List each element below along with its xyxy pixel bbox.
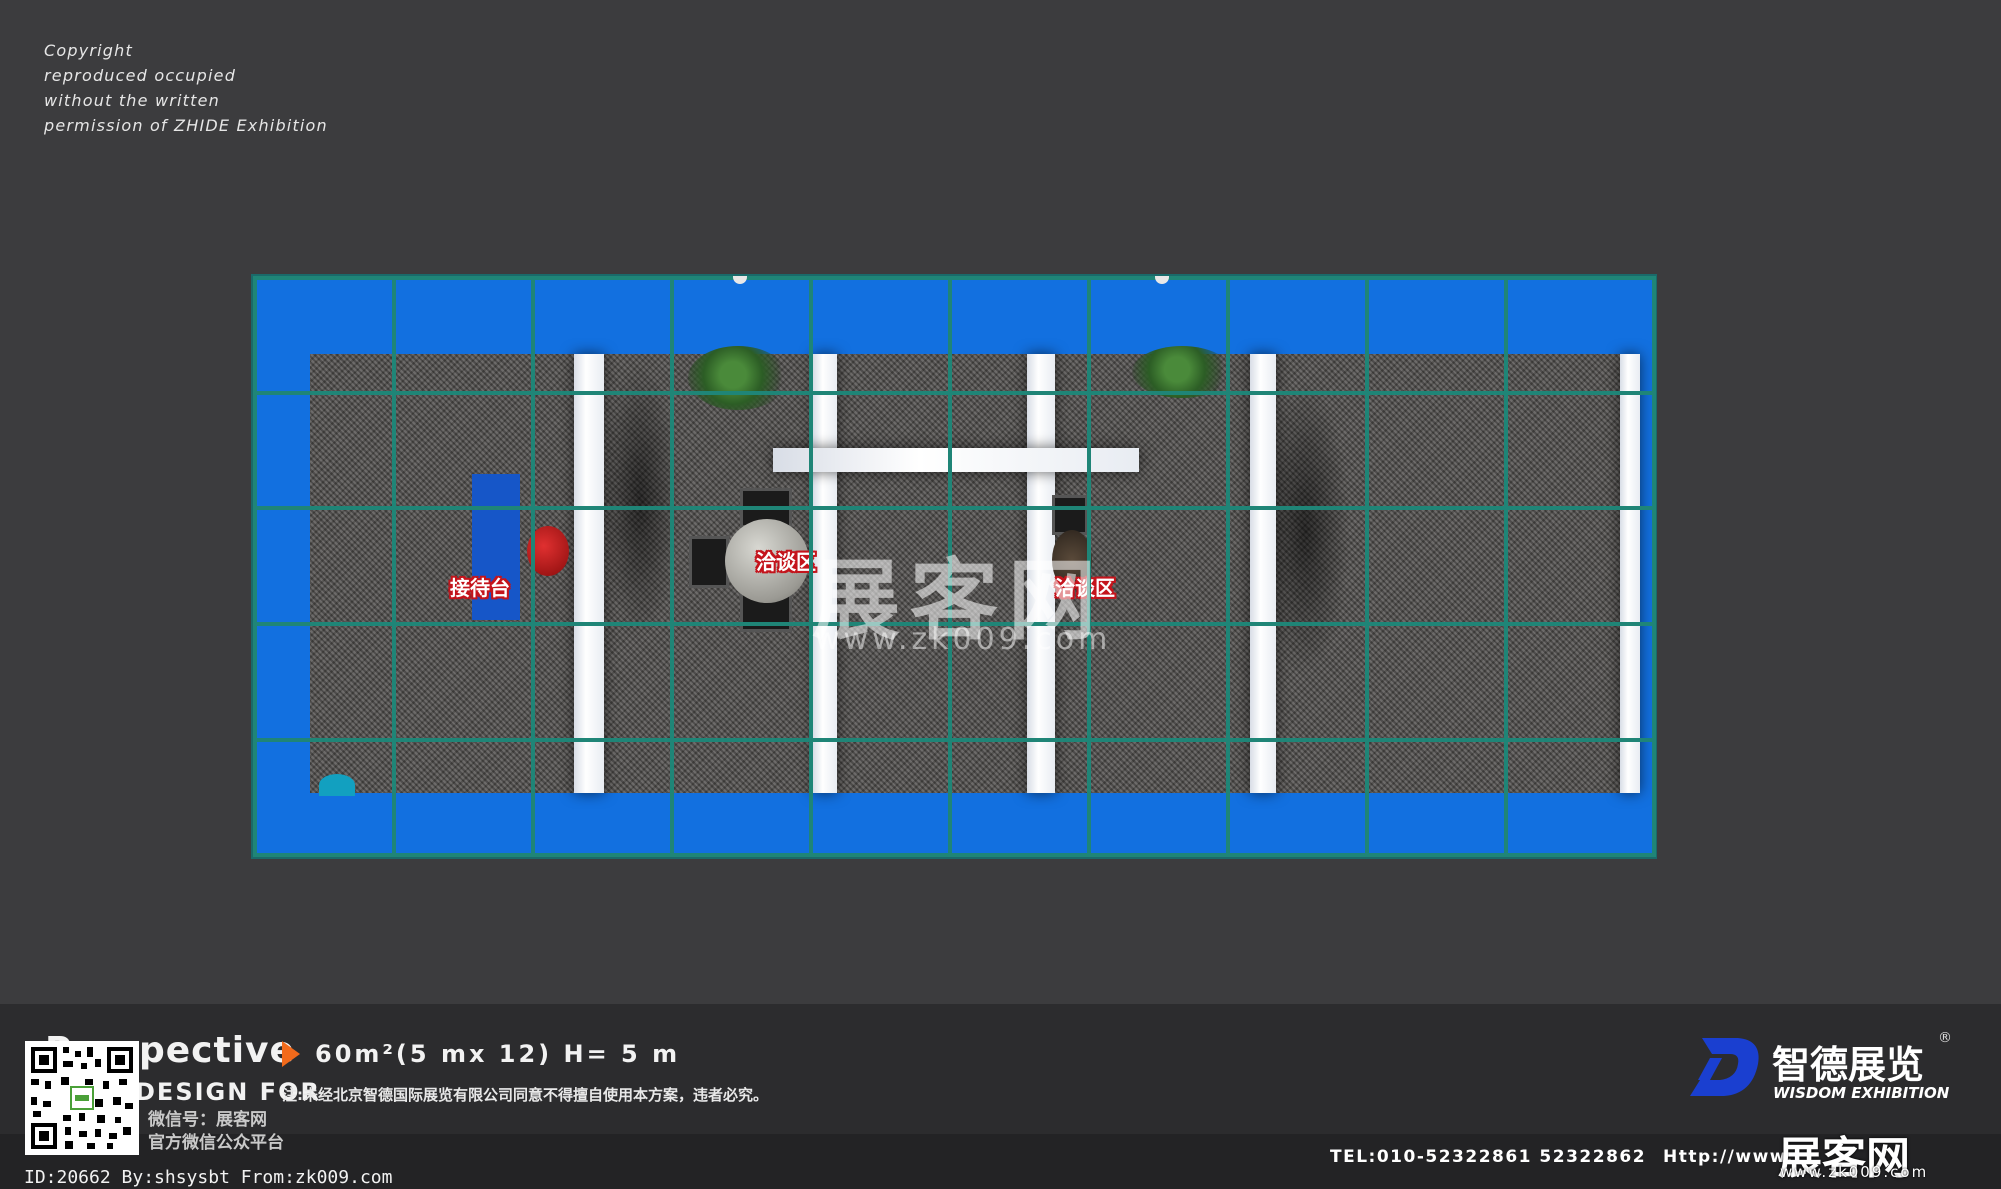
floor-shadow	[600, 360, 680, 640]
website-link[interactable]: Http://www.	[1663, 1147, 1794, 1167]
brand-name-cn: 智德展览	[1772, 1043, 1925, 1087]
qr-code-icon	[25, 1041, 139, 1155]
grid-line	[1652, 276, 1656, 857]
grid-line	[1226, 276, 1230, 857]
negotiation-area-label: 洽谈区	[756, 550, 816, 574]
grid-line	[253, 506, 1656, 510]
brand-name-en: WISDOM EXHIBITION	[1773, 1084, 1950, 1102]
corner-fixture	[319, 774, 355, 796]
structure-column	[574, 354, 604, 793]
corner-watermark-url: www.zk009.com	[1780, 1163, 1929, 1181]
wechat-platform: 官方微信公众平台	[148, 1133, 284, 1153]
grid-line	[1504, 276, 1508, 857]
copyright-line: without the written	[44, 91, 221, 110]
grid-line	[253, 853, 1656, 857]
booth-spec: 60m²(5 mx 12) H= 5 m	[315, 1040, 681, 1068]
grid-line	[253, 738, 1656, 742]
structure-beam	[773, 448, 1139, 472]
arrow-right-icon	[282, 1041, 300, 1067]
grid-line	[670, 276, 674, 857]
structure-column	[1620, 354, 1640, 793]
plant	[688, 346, 788, 410]
chair	[1052, 495, 1088, 535]
copyright-line: Copyright	[44, 41, 133, 60]
copyright-line: permission of ZHIDE Exhibition	[44, 116, 328, 135]
grid-line	[253, 276, 1656, 280]
structure-column	[1250, 354, 1276, 793]
grid-line	[531, 276, 535, 857]
grid-line	[253, 276, 257, 857]
registered-mark: ®	[1938, 1030, 1952, 1046]
copyright-line: reproduced occupied	[44, 66, 237, 85]
wechat-id: 微信号：展客网	[148, 1110, 267, 1130]
copyright-notice: Copyright reproduced occupied without th…	[44, 38, 328, 138]
source-id-line: ID:20662 By:shsysbt From:zk009.com	[24, 1167, 393, 1188]
chair	[689, 536, 729, 588]
reception-label: 接待台	[450, 576, 510, 600]
watermark-url: www.zk009.com	[815, 622, 1112, 657]
legal-notice: 注:未经北京智德国际展览有限公司同意不得擅自使用本方案，违者必究。	[282, 1086, 769, 1104]
grid-line	[1365, 276, 1369, 857]
grid-line	[392, 276, 396, 857]
wisdom-logo-icon	[1688, 1034, 1764, 1100]
contact-phone: TEL:010-52322861 52322862	[1330, 1147, 1647, 1167]
grid-line	[253, 391, 1656, 395]
